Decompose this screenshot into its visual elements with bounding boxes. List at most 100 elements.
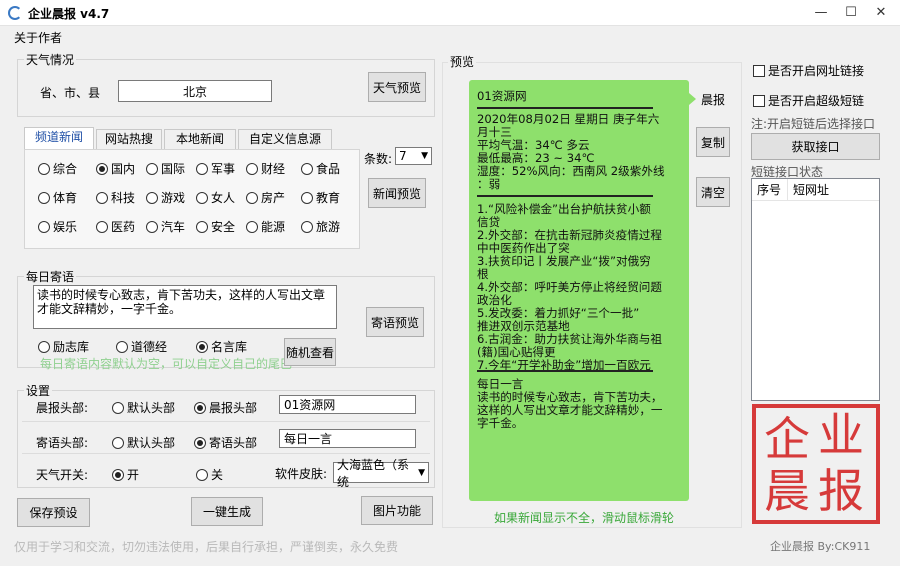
- quote-source-mingyan[interactable]: 名言库: [196, 338, 247, 355]
- image-function-button[interactable]: 图片功能: [361, 496, 433, 525]
- preview-divider: [477, 370, 653, 372]
- quote-header-default[interactable]: 默认头部: [112, 434, 175, 451]
- radio-icon: [112, 468, 124, 481]
- radio-icon: [196, 191, 208, 204]
- quote-preview-button[interactable]: 寄语预览: [366, 307, 424, 337]
- preview-panel[interactable]: 01资源网 2020年08月02日 星期日 庚子年六 月十三 平均气温：34℃ 多…: [469, 80, 689, 501]
- radio-icon: [38, 191, 50, 204]
- checkbox-icon: [753, 94, 765, 107]
- maximize-button[interactable]: ☐: [836, 0, 866, 26]
- get-api-button[interactable]: 获取接口: [751, 133, 880, 160]
- preview-line: 字千金。: [477, 416, 524, 430]
- news-category-grid: 综合 国内 国际 军事 财经 食品体育 科技 游戏 女人 房产 教育娱乐 医药 汽车 安全 能源 旅游: [38, 160, 354, 240]
- radio-icon: [301, 162, 313, 175]
- news-category-option[interactable]: 军事: [196, 160, 235, 177]
- preview-line: ：弱: [477, 177, 501, 191]
- stamp-char: 业: [818, 408, 864, 462]
- logo-stamp: 企 业 晨 报: [752, 404, 880, 524]
- radio-icon: [38, 340, 50, 353]
- news-category-option[interactable]: 食品: [301, 160, 340, 177]
- generate-button[interactable]: 一键生成: [191, 497, 263, 526]
- news-category-option[interactable]: 娱乐: [38, 218, 77, 235]
- news-category-option[interactable]: 能源: [246, 218, 285, 235]
- radio-icon: [38, 220, 50, 233]
- quote-source-lizhi[interactable]: 励志库: [38, 338, 89, 355]
- radio-icon: [301, 191, 313, 204]
- radio-icon: [146, 220, 158, 233]
- app-icon: [8, 6, 22, 20]
- random-view-button[interactable]: 随机查看: [284, 338, 336, 366]
- count-select[interactable]: 7 ▼: [395, 147, 432, 165]
- preview-date: 2020年08月02日 星期日 庚子年六 月十三: [477, 113, 683, 139]
- quote-header-input[interactable]: 每日一言: [279, 429, 416, 448]
- menu-about[interactable]: 关于作者: [14, 29, 62, 46]
- open-short-link-checkbox[interactable]: 是否开启超级短链: [753, 92, 864, 109]
- radio-icon: [112, 436, 124, 449]
- news-category-option[interactable]: 体育: [38, 189, 77, 206]
- clear-button[interactable]: 清空: [696, 177, 730, 207]
- footer-disclaimer: 仅用于学习和交流，切勿违法使用，后果自行承担，严谨倒卖，永久免费: [14, 540, 399, 554]
- skin-select[interactable]: 大海蓝色（系统 ▼: [333, 458, 429, 489]
- short-link-list[interactable]: 序号 短网址: [751, 178, 880, 401]
- tab-channel-news[interactable]: 频道新闻: [24, 127, 94, 150]
- quote-header-label: 寄语头部:: [36, 436, 89, 450]
- short-link-note: 注:开启短链后选择接口: [751, 117, 876, 131]
- radio-icon: [194, 436, 206, 449]
- news-category-option[interactable]: 国内: [96, 160, 135, 177]
- list-header: 序号 短网址: [752, 179, 879, 201]
- minimize-button[interactable]: —: [806, 0, 836, 26]
- radio-icon: [246, 191, 258, 204]
- skin-value: 大海蓝色（系统: [337, 457, 410, 489]
- weather-switch-off[interactable]: 关: [196, 466, 223, 483]
- news-category-option[interactable]: 科技: [96, 189, 135, 206]
- weather-preview-button[interactable]: 天气预览: [368, 72, 426, 102]
- weather-group-title: 天气情况: [24, 51, 77, 68]
- stamp-char: 报: [818, 464, 864, 518]
- open-link-checkbox[interactable]: 是否开启网址链接: [753, 62, 864, 79]
- header-option-morning[interactable]: 晨报头部: [194, 399, 257, 416]
- radio-icon: [196, 162, 208, 175]
- skin-label: 软件皮肤:: [275, 467, 328, 481]
- radio-icon: [116, 340, 128, 353]
- weather-switch-label: 天气开关:: [36, 468, 89, 482]
- quote-textarea[interactable]: 读书的时候专心致志，肯下苦功夫，这样的人写出文章才能文辞精妙，一字千金。: [33, 285, 337, 329]
- news-category-option[interactable]: 财经: [246, 160, 285, 177]
- header-input[interactable]: 01资源网: [279, 395, 416, 414]
- radio-icon: [112, 401, 124, 414]
- checkbox-icon: [753, 64, 765, 77]
- news-category-option[interactable]: 安全: [196, 218, 235, 235]
- close-button[interactable]: ✕: [866, 0, 896, 26]
- tab-custom-source[interactable]: 自定义信息源: [238, 129, 332, 149]
- news-category-option[interactable]: 教育: [301, 189, 340, 206]
- tab-local-news[interactable]: 本地新闻: [164, 129, 236, 149]
- col-no[interactable]: 序号: [752, 179, 788, 200]
- radio-icon: [146, 162, 158, 175]
- footer-credit: 企业晨报 By:CK911: [770, 540, 871, 553]
- news-preview-button[interactable]: 新闻预览: [368, 178, 426, 208]
- header-option-default[interactable]: 默认头部: [112, 399, 175, 416]
- morning-report-button[interactable]: 晨报: [696, 84, 730, 114]
- news-category-option[interactable]: 游戏: [146, 189, 185, 206]
- news-category-option[interactable]: 综合: [38, 160, 77, 177]
- news-category-option[interactable]: 汽车: [146, 218, 185, 235]
- save-preset-button[interactable]: 保存预设: [17, 498, 90, 527]
- col-short-url[interactable]: 短网址: [788, 179, 878, 200]
- title-bar: [0, 0, 900, 26]
- news-category-option[interactable]: 旅游: [301, 218, 340, 235]
- preview-quote: 读书的时候专心致志，肯下苦功夫， 这样的人写出文章才能文辞精妙，一 字千金。: [477, 391, 683, 430]
- location-input[interactable]: 北京: [118, 80, 272, 102]
- quote-source-daodejing[interactable]: 道德经: [116, 338, 167, 355]
- preview-bubble-arrow: [689, 93, 696, 105]
- copy-button[interactable]: 复制: [696, 127, 730, 157]
- preview-line: 3.扶贫印记丨发展产业“拨”对俄穷: [477, 254, 651, 268]
- radio-icon: [196, 468, 208, 481]
- radio-icon: [96, 191, 108, 204]
- news-category-option[interactable]: 国际: [146, 160, 185, 177]
- radio-icon: [301, 220, 313, 233]
- news-category-option[interactable]: 房产: [246, 189, 285, 206]
- news-category-option[interactable]: 女人: [196, 189, 235, 206]
- news-category-option[interactable]: 医药: [96, 218, 135, 235]
- quote-header-custom[interactable]: 寄语头部: [194, 434, 257, 451]
- tab-hot-search[interactable]: 网站热搜: [96, 129, 162, 149]
- weather-switch-on[interactable]: 开: [112, 466, 139, 483]
